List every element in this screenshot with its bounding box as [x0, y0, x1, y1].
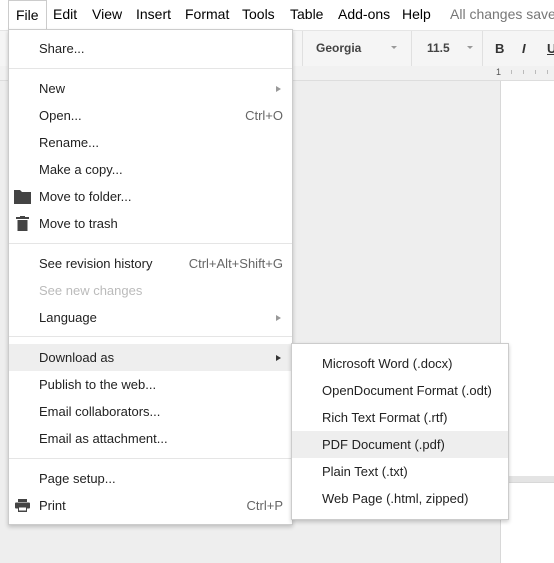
menu-tools[interactable]: Tools [235, 0, 282, 29]
menu-table[interactable]: Table [283, 0, 330, 29]
folder-icon [14, 190, 31, 204]
download-docx[interactable]: Microsoft Word (.docx) [292, 350, 508, 377]
download-as-submenu: Microsoft Word (.docx) OpenDocument Form… [291, 343, 509, 520]
menu-item-label: See revision history [39, 256, 153, 271]
toolbar-divider [482, 31, 483, 66]
toolbar-divider [411, 31, 412, 66]
menu-item-label: Move to folder... [39, 189, 132, 204]
menu-item-rename[interactable]: Rename... [9, 129, 292, 156]
submenu-arrow-icon [276, 315, 281, 321]
bold-button[interactable]: B [495, 31, 504, 66]
menu-item-email-attachment[interactable]: Email as attachment... [9, 425, 292, 452]
download-odt[interactable]: OpenDocument Format (.odt) [292, 377, 508, 404]
menu-item-language[interactable]: Language [9, 304, 292, 331]
file-menu: Share... New Open... Ctrl+O Rename... Ma… [8, 29, 293, 525]
menu-separator [9, 336, 292, 337]
menu-item-label: Publish to the web... [39, 377, 157, 392]
menu-item-label: Page setup... [39, 471, 116, 486]
save-status: All changes saved in Drive [450, 6, 554, 22]
download-txt[interactable]: Plain Text (.txt) [292, 458, 508, 485]
ruler-tick [547, 70, 548, 74]
menu-item-see-new-changes: See new changes [9, 277, 292, 304]
menu-item-label: Print [39, 498, 66, 513]
ruler-tick [535, 70, 536, 74]
shortcut-label: Ctrl+O [245, 108, 283, 123]
menu-item-open[interactable]: Open... Ctrl+O [9, 102, 292, 129]
menu-item-label: New [39, 81, 66, 96]
ruler-tick [511, 70, 512, 74]
menu-item-label: Microsoft Word (.docx) [322, 356, 453, 371]
menu-format[interactable]: Format [178, 0, 236, 29]
menu-item-revision-history[interactable]: See revision history Ctrl+Alt+Shift+G [9, 250, 292, 277]
menu-item-label: OpenDocument Format (.odt) [322, 383, 492, 398]
shortcut-label: Ctrl+P [246, 498, 283, 513]
submenu-arrow-icon [276, 355, 281, 361]
menu-item-label: Email as attachment... [39, 431, 168, 446]
toolbar-divider [302, 31, 303, 66]
submenu-arrow-icon [276, 86, 281, 92]
ruler-number: 1 [496, 67, 502, 77]
italic-button[interactable]: I [522, 31, 526, 66]
menu-item-label: Move to trash [39, 216, 118, 231]
menu-insert[interactable]: Insert [129, 0, 178, 29]
menu-addons[interactable]: Add-ons [331, 0, 397, 29]
menu-item-share[interactable]: Share... [9, 35, 292, 62]
menu-view[interactable]: View [85, 0, 129, 29]
menubar: File Edit View Insert Format Tools Table… [0, 0, 554, 30]
menu-file[interactable]: File [8, 0, 47, 30]
download-pdf[interactable]: PDF Document (.pdf) [292, 431, 508, 458]
menu-item-label: Email collaborators... [39, 404, 161, 419]
menu-item-move-to-folder[interactable]: Move to folder... [9, 183, 292, 210]
menu-item-page-setup[interactable]: Page setup... [9, 465, 292, 492]
menu-item-label: See new changes [39, 283, 143, 298]
shortcut-label: Ctrl+Alt+Shift+G [188, 256, 283, 271]
menu-item-label: Rich Text Format (.rtf) [322, 410, 448, 425]
menu-item-label: PDF Document (.pdf) [322, 437, 445, 452]
menu-item-download-as[interactable]: Download as [9, 344, 292, 371]
download-rtf[interactable]: Rich Text Format (.rtf) [292, 404, 508, 431]
menu-item-move-to-trash[interactable]: Move to trash [9, 210, 292, 237]
menu-item-label: Language [39, 310, 97, 325]
menu-separator [9, 458, 292, 459]
menu-separator [9, 243, 292, 244]
underline-button[interactable]: U [547, 31, 554, 66]
menu-help[interactable]: Help [395, 0, 438, 29]
menu-item-label: Rename... [39, 135, 99, 150]
font-dropdown-icon [391, 46, 397, 49]
print-icon [15, 499, 30, 512]
ruler-tick [523, 70, 524, 74]
menu-item-new[interactable]: New [9, 75, 292, 102]
menu-item-label: Open... [39, 108, 82, 123]
menu-item-label: Make a copy... [39, 162, 123, 177]
download-html[interactable]: Web Page (.html, zipped) [292, 485, 508, 512]
menu-item-make-copy[interactable]: Make a copy... [9, 156, 292, 183]
font-family-select[interactable]: Georgia [316, 31, 361, 66]
font-size-dropdown-icon [467, 46, 473, 49]
menu-item-publish[interactable]: Publish to the web... [9, 371, 292, 398]
menu-item-label: Download as [39, 350, 115, 365]
menu-item-email-collaborators[interactable]: Email collaborators... [9, 398, 292, 425]
menu-item-label: Plain Text (.txt) [322, 464, 408, 479]
menu-separator [9, 68, 292, 69]
font-size-select[interactable]: 11.5 [427, 31, 450, 66]
menu-item-label: Web Page (.html, zipped) [322, 491, 469, 506]
menu-item-print[interactable]: Print Ctrl+P [9, 492, 292, 519]
trash-icon [16, 216, 29, 231]
menu-item-label: Share... [39, 41, 85, 56]
menu-edit[interactable]: Edit [46, 0, 84, 29]
